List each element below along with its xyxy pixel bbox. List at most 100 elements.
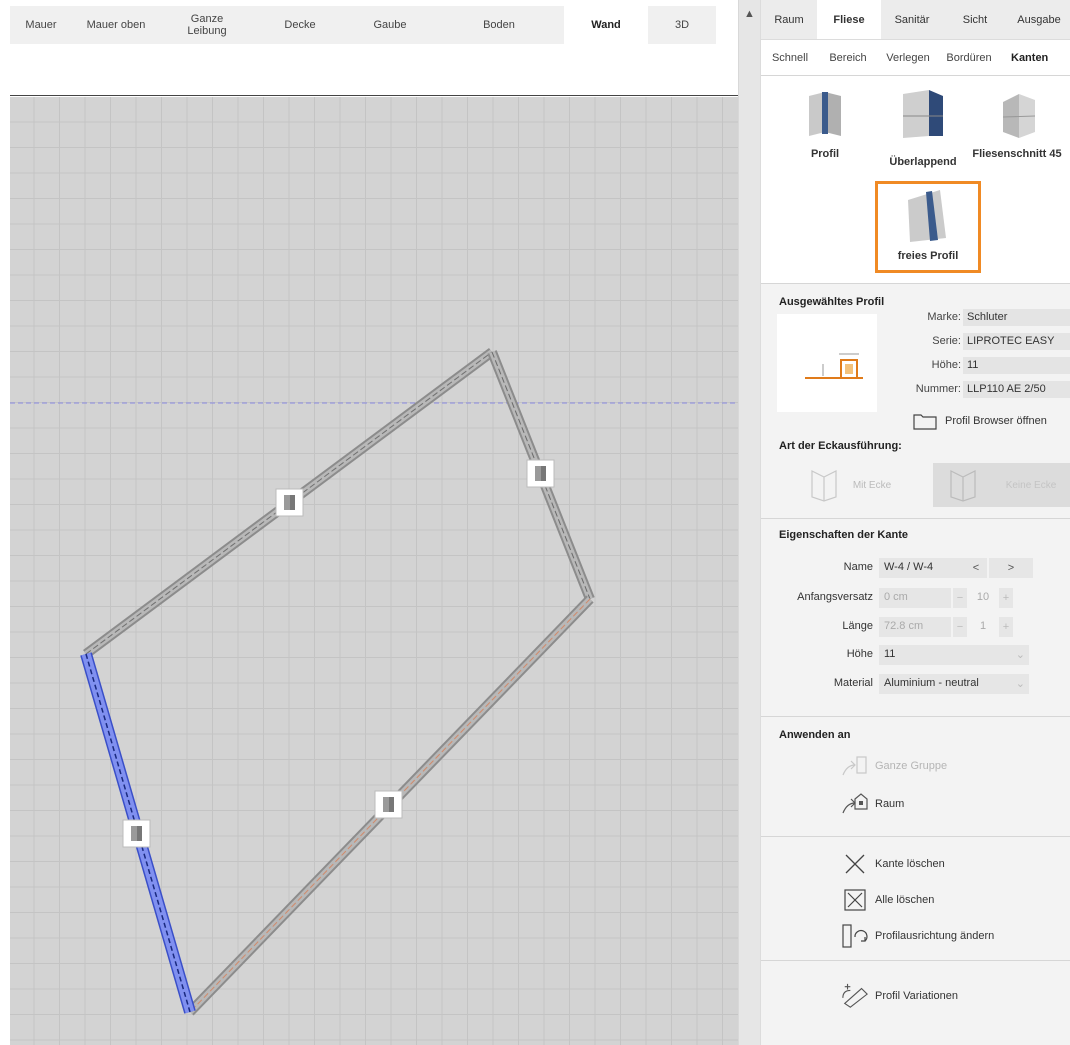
length-label: Länge bbox=[842, 620, 873, 632]
chevron-down-icon: ⌄ bbox=[1015, 678, 1025, 690]
mit-ecke-button[interactable]: Mit Ecke bbox=[775, 463, 925, 507]
profile-preview bbox=[777, 314, 877, 412]
change-orientation-label: Profilausrichtung ändern bbox=[875, 930, 995, 942]
hoehe-label: Höhe: bbox=[931, 359, 961, 371]
profile-variations-icon bbox=[841, 983, 869, 1009]
room-label: Raum bbox=[875, 798, 905, 810]
edge-type-profil[interactable]: Profil bbox=[775, 86, 875, 161]
edge-type-freies-profil[interactable]: freies Profil bbox=[875, 181, 981, 273]
free-profile-icon bbox=[908, 190, 946, 242]
subtab-verlegen[interactable]: Verlegen bbox=[877, 40, 939, 75]
edge-type-label: Überlappend bbox=[889, 156, 957, 168]
material-select[interactable]: Aluminium - neutral ⌄ bbox=[879, 674, 1029, 694]
mit-ecke-label: Mit Ecke bbox=[852, 479, 892, 491]
selected-profile-section: Ausgewähltes Profil Marke: Schluter Seri… bbox=[761, 284, 1070, 462]
name-field[interactable]: W-4 / W-4 bbox=[879, 558, 965, 578]
toolbar-area bbox=[10, 44, 738, 96]
profile-marker[interactable] bbox=[275, 488, 304, 517]
previous-edge-button[interactable]: < bbox=[965, 558, 987, 578]
tab-fliese[interactable]: Fliese bbox=[817, 0, 881, 39]
keine-ecke-label: Keine Ecke bbox=[1005, 479, 1057, 491]
profile-variations-button[interactable]: Profil Variationen bbox=[841, 983, 958, 1009]
main-tabs: Raum Fliese Sanitär Sicht Ausgabe bbox=[761, 0, 1070, 40]
tab-ausgabe[interactable]: Ausgabe bbox=[1007, 0, 1070, 39]
side-panel: Raum Fliese Sanitär Sicht Ausgabe Schnel… bbox=[760, 0, 1070, 1045]
sub-tabs: Schnell Bereich Verlegen Bordüren Kanten bbox=[761, 40, 1070, 76]
group-apply-icon bbox=[841, 753, 869, 779]
panel-divider: ▲ bbox=[738, 0, 760, 1045]
length-step-value: 1 bbox=[979, 620, 987, 632]
length-minus-button[interactable]: − bbox=[953, 617, 967, 637]
edge-type-ueberlappend[interactable]: Überlappend bbox=[873, 86, 973, 169]
material-value: Aluminium - neutral bbox=[884, 677, 979, 689]
next-edge-button[interactable]: > bbox=[989, 558, 1033, 578]
view-tab-mauer[interactable]: Mauer bbox=[10, 6, 72, 44]
nummer-value: LLP110 AE 2/50 bbox=[963, 381, 1070, 398]
height-value: 11 bbox=[884, 648, 896, 660]
view-tab-boden[interactable]: Boden bbox=[434, 6, 564, 44]
serie-label: Serie: bbox=[932, 335, 961, 347]
tab-raum[interactable]: Raum bbox=[761, 0, 817, 39]
apply-whole-group-button[interactable]: Ganze Gruppe bbox=[841, 753, 947, 779]
offset-label: Anfangsversatz bbox=[797, 591, 873, 603]
drawing-area: Mauer Mauer oben Ganze Leibung Decke Gau… bbox=[0, 0, 738, 1045]
material-label: Material bbox=[833, 677, 873, 689]
profile-marker[interactable] bbox=[374, 790, 403, 819]
subtab-schnell[interactable]: Schnell bbox=[761, 40, 819, 75]
floor-plan-drawing bbox=[10, 347, 738, 1016]
apply-section: Anwenden an Ganze Gruppe Raum bbox=[761, 717, 1070, 837]
profile-marker[interactable] bbox=[122, 819, 151, 848]
delete-all-button[interactable]: Alle löschen bbox=[841, 887, 934, 913]
offset-plus-button[interactable]: + bbox=[999, 588, 1013, 608]
miter-cut-icon bbox=[1002, 94, 1036, 138]
section-title: Ausgewähltes Profil bbox=[779, 296, 885, 308]
view-tab-gaube[interactable]: Gaube bbox=[346, 6, 434, 44]
edge-actions-section: Kante löschen Alle löschen Profilausrich… bbox=[761, 837, 1070, 961]
section-title: Anwenden an bbox=[779, 729, 851, 741]
rotate-profile-icon bbox=[841, 923, 869, 949]
hoehe-value: 11 bbox=[963, 357, 1070, 374]
edge-type-label: Fliesenschnitt 45 bbox=[972, 148, 1062, 160]
view-tab-decke[interactable]: Decke bbox=[254, 6, 346, 44]
delete-all-label: Alle löschen bbox=[875, 894, 935, 906]
serie-value: LIPROTEC EASY bbox=[963, 333, 1070, 350]
tab-sanitaer[interactable]: Sanitär bbox=[881, 0, 943, 39]
view-tabs: Mauer Mauer oben Ganze Leibung Decke Gau… bbox=[10, 6, 716, 44]
length-plus-button[interactable]: + bbox=[999, 617, 1013, 637]
tab-sicht[interactable]: Sicht bbox=[943, 0, 1007, 39]
corner-title: Art der Eckausführung: bbox=[779, 440, 902, 452]
delete-edge-button[interactable]: Kante löschen bbox=[841, 851, 945, 877]
height-select[interactable]: 11 ⌄ bbox=[879, 645, 1029, 665]
keine-ecke-button[interactable]: Keine Ecke bbox=[933, 463, 1070, 507]
nummer-label: Nummer: bbox=[915, 383, 961, 395]
edge-properties-section: Eigenschaften der Kante Name W-4 / W-4 <… bbox=[761, 519, 1070, 717]
profile-marker[interactable] bbox=[526, 459, 555, 488]
view-tab-mauer-oben[interactable]: Mauer oben bbox=[72, 6, 160, 44]
collapse-chevron-icon[interactable]: ▲ bbox=[744, 8, 755, 20]
height-label: Höhe bbox=[846, 648, 873, 660]
profile-browser-button[interactable]: Profil Browser öffnen bbox=[911, 408, 1047, 434]
profile-section-icon bbox=[805, 353, 863, 379]
change-orientation-button[interactable]: Profilausrichtung ändern bbox=[841, 923, 994, 949]
subtab-borderen[interactable]: Bordüren bbox=[939, 40, 999, 75]
section-title: Eigenschaften der Kante bbox=[779, 529, 908, 541]
edge-type-fliesenschnitt[interactable]: Fliesenschnitt 45 bbox=[967, 86, 1067, 161]
whole-group-label: Ganze Gruppe bbox=[875, 760, 948, 772]
apply-room-button[interactable]: Raum bbox=[841, 791, 904, 817]
offset-minus-button[interactable]: − bbox=[953, 588, 967, 608]
overlap-edge-icon bbox=[903, 90, 943, 138]
offset-step-value: 10 bbox=[976, 591, 990, 603]
view-tab-3d[interactable]: 3D bbox=[648, 6, 716, 44]
subtab-kanten[interactable]: Kanten bbox=[999, 40, 1070, 75]
marke-value: Schluter bbox=[963, 309, 1070, 326]
corner-section: Mit Ecke Keine Ecke bbox=[761, 461, 1070, 519]
view-tab-ganze-leibung[interactable]: Ganze Leibung bbox=[160, 6, 254, 44]
floor-plan-canvas[interactable] bbox=[10, 97, 738, 1045]
profile-edge-icon bbox=[809, 92, 841, 136]
offset-field[interactable]: 0 cm bbox=[879, 588, 951, 608]
subtab-bereich[interactable]: Bereich bbox=[819, 40, 877, 75]
marke-label: Marke: bbox=[927, 311, 961, 323]
length-field[interactable]: 72.8 cm bbox=[879, 617, 951, 637]
view-tab-wand[interactable]: Wand bbox=[564, 6, 648, 44]
profile-browser-label: Profil Browser öffnen bbox=[945, 415, 1047, 427]
